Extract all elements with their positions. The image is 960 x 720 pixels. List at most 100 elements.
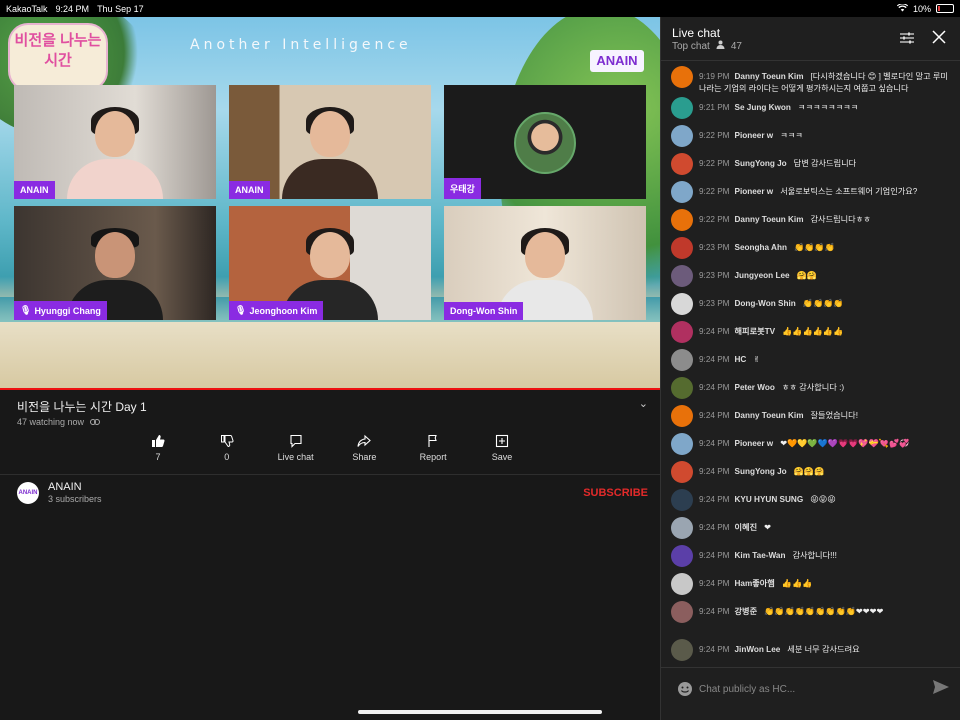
chat-avatar[interactable] [671, 377, 693, 399]
chat-message[interactable]: 9:23 PM Jungyeon Lee 🤗🤗 [671, 265, 955, 287]
chat-message[interactable]: 9:24 PM 강병준 👏👏👏👏👏👏👏👏👏❤❤❤❤ [671, 601, 955, 623]
chat-timestamp: 9:23 PM [699, 299, 730, 308]
close-icon[interactable] [932, 30, 946, 49]
chat-message[interactable]: 9:24 PM 이혜진 ❤ [671, 517, 955, 539]
chat-text: ❤ [764, 523, 771, 532]
chat-timestamp: 9:24 PM [699, 579, 730, 588]
chat-author[interactable]: 해피로봇TV [735, 327, 776, 336]
progress-bar[interactable] [0, 388, 660, 390]
chat-message[interactable]: 9:24 PM Ham좋아햄 👍👍👍 [671, 573, 955, 595]
chevron-down-icon[interactable]: ⌄ [639, 397, 648, 410]
chat-message[interactable]: 9:19 PM Danny Toeun Kim [다시하겠습니다 😊 ] 벨로다인 … [671, 66, 955, 95]
save-icon [495, 434, 509, 448]
chat-message[interactable]: 9:24 PM JinWon Lee 세분 너무 감사드려요 [671, 639, 955, 661]
chat-message[interactable]: 9:24 PM SungYong Jo 🤗🤗🤗 [671, 461, 955, 483]
chat-avatar[interactable] [671, 573, 693, 595]
chat-avatar[interactable] [671, 125, 693, 147]
subscribe-button[interactable]: SUBSCRIBE [583, 487, 648, 499]
participant-name-tag: Dong-Won Shin [444, 302, 524, 320]
save-button[interactable]: Save [472, 434, 532, 462]
chat-text: ✌ [753, 355, 761, 364]
status-date: Thu Sep 17 [97, 3, 144, 14]
chat-author[interactable]: Kim Tae-Wan [735, 551, 786, 560]
chat-title: Live chat [672, 26, 721, 40]
chat-avatar[interactable] [671, 153, 693, 175]
filter-icon[interactable] [900, 31, 914, 49]
chat-avatar[interactable] [671, 265, 693, 287]
chat-avatar[interactable] [671, 405, 693, 427]
chat-message[interactable]: 9:22 PM Danny Toeun Kim 감사드립니다ㅎㅎ [671, 209, 955, 231]
link-icon [90, 417, 101, 427]
chat-author[interactable]: Danny Toeun Kim [735, 411, 804, 420]
chat-avatar[interactable] [671, 433, 693, 455]
like-button[interactable]: 7 [128, 434, 188, 462]
send-icon[interactable] [933, 680, 949, 699]
chat-text: 👏👏👏👏👏👏👏👏👏❤❤❤❤ [764, 607, 884, 616]
chat-avatar[interactable] [671, 639, 693, 661]
chat-author[interactable]: Danny Toeun Kim [735, 215, 804, 224]
chat-author[interactable]: HC [735, 355, 747, 364]
chat-message[interactable]: 9:23 PM Dong-Won Shin 👏👏👏👏 [671, 293, 955, 315]
channel-name[interactable]: ANAIN [48, 481, 82, 493]
chat-author[interactable]: SungYong Jo [735, 159, 787, 168]
chat-message[interactable]: 9:24 PM Pioneer w ❤🧡💛💚💙💜💗💗💖💝💘💕💞 [671, 433, 955, 455]
chat-message[interactable]: 9:22 PM SungYong Jo 답변 감사드립니다 [671, 153, 955, 175]
chat-timestamp: 9:23 PM [699, 243, 730, 252]
chat-message[interactable]: 9:22 PM Pioneer w ㅋㅋㅋ [671, 125, 955, 147]
chat-author[interactable]: Pioneer w [735, 187, 774, 196]
chat-avatar[interactable] [671, 97, 693, 119]
chat-author[interactable]: Dong-Won Shin [735, 299, 796, 308]
chat-author[interactable]: Ham좋아햄 [735, 579, 775, 588]
chat-message[interactable]: 9:23 PM Seongha Ahn 👏👏👏👏 [671, 237, 955, 259]
home-indicator[interactable] [358, 710, 602, 714]
chat-author[interactable]: Jungyeon Lee [735, 271, 790, 280]
chat-avatar[interactable] [671, 321, 693, 343]
chat-avatar[interactable] [671, 237, 693, 259]
chat-message[interactable]: 9:24 PM Danny Toeun Kim 잘들었습니다! [671, 405, 955, 427]
chat-author[interactable]: JinWon Lee [735, 645, 781, 654]
chat-avatar[interactable] [671, 349, 693, 371]
chat-header: Live chat Top chat 47 [661, 17, 960, 61]
chat-author[interactable]: Danny Toeun Kim [735, 72, 804, 81]
chat-avatar[interactable] [671, 461, 693, 483]
chat-author[interactable]: Peter Woo [735, 383, 775, 392]
chat-message[interactable]: 9:22 PM Pioneer w 서울로보틱스는 소프트웨어 기업인가요? [671, 181, 955, 203]
chat-author[interactable]: SungYong Jo [735, 467, 787, 476]
chat-author[interactable]: 이혜진 [735, 523, 758, 532]
report-button[interactable]: Report [403, 434, 463, 462]
chat-message-list[interactable]: 9:19 PM Danny Toeun Kim [다시하겠습니다 😊 ] 벨로다인 … [661, 62, 960, 664]
chat-avatar[interactable] [671, 601, 693, 623]
chat-input[interactable]: Chat publicly as HC... [699, 684, 795, 695]
live-chat-button[interactable]: Live chat [266, 434, 326, 462]
chat-message[interactable]: 9:21 PM Se Jung Kwon ㅋㅋㅋㅋㅋㅋㅋㅋ [671, 97, 955, 119]
dislike-button[interactable]: 0 [197, 434, 257, 462]
chat-message[interactable]: 9:24 PM 해피로봇TV 👍👍👍👍👍👍 [671, 321, 955, 343]
chat-mode-selector[interactable]: Top chat 47 [672, 40, 742, 52]
chat-author[interactable]: Pioneer w [735, 439, 774, 448]
chat-author[interactable]: Seongha Ahn [735, 243, 787, 252]
chat-avatar[interactable] [671, 545, 693, 567]
chat-message[interactable]: 9:24 PM HC ✌ [671, 349, 955, 371]
chat-author[interactable]: KYU HYUN SUNG [735, 495, 804, 504]
chat-avatar[interactable] [671, 209, 693, 231]
share-button[interactable]: Share [334, 434, 394, 462]
channel-avatar[interactable]: ANAIN [17, 482, 39, 504]
chat-avatar[interactable] [671, 66, 693, 88]
chat-message[interactable]: 9:24 PM Peter Woo ㅎㅎ 감사합니다 :) [671, 377, 955, 399]
back-app-label[interactable]: KakaoTalk [6, 4, 48, 14]
chat-author[interactable]: 강병준 [735, 607, 758, 616]
emoji-icon[interactable] [677, 681, 693, 702]
chat-author[interactable]: Pioneer w [735, 131, 774, 140]
chat-avatar[interactable] [671, 181, 693, 203]
chat-avatar[interactable] [671, 517, 693, 539]
chat-author[interactable]: Se Jung Kwon [735, 103, 791, 112]
participant-name-tag: 우태강 [444, 178, 481, 199]
chat-avatar[interactable] [671, 293, 693, 315]
video-player[interactable]: 비전을 나누는 시간 Another Intelligence ANAIN AN… [0, 17, 660, 388]
chat-message[interactable]: 9:24 PM KYU HYUN SUNG 😜😜😜 [671, 489, 955, 511]
participant-tile: 우태강 [444, 85, 646, 199]
chat-timestamp: 9:19 PM [699, 72, 730, 81]
chat-message[interactable]: 9:24 PM Kim Tae-Wan 감사합니다!!! [671, 545, 955, 567]
battery-icon [936, 4, 954, 13]
chat-avatar[interactable] [671, 489, 693, 511]
